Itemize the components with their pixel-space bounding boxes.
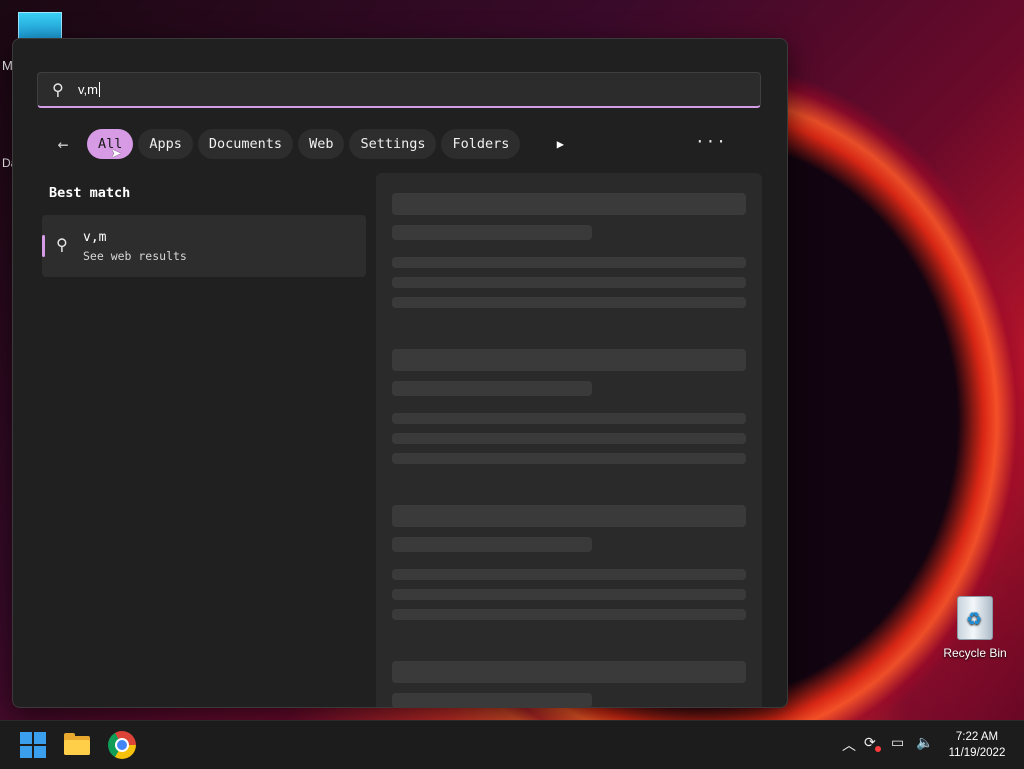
search-panel: ⚲ v,m ← All Apps Documents Web Settings … (12, 38, 788, 708)
skeleton-bar (392, 381, 592, 396)
skeleton-bar (392, 693, 592, 707)
skeleton-bar (392, 537, 592, 552)
skeleton-bar (392, 193, 746, 215)
skeleton-bar (392, 505, 746, 527)
best-match-heading: Best match (49, 185, 131, 201)
clock[interactable]: 7:22 AM 11/19/2022 (942, 729, 1012, 761)
filter-web[interactable]: Web (298, 129, 345, 159)
skeleton-bar (392, 433, 746, 444)
back-arrow-icon[interactable]: ← (49, 134, 77, 155)
filter-folders[interactable]: Folders (441, 129, 521, 159)
recycle-bin-label: Recycle Bin (943, 646, 1007, 660)
taskbar: ︿ ⟳ ▭ 🔈 7:22 AM 11/19/2022 (0, 720, 1024, 769)
clock-date: 11/19/2022 (948, 747, 1006, 759)
best-match-item[interactable]: ⚲ v,m See web results (42, 215, 366, 277)
search-icon: ⚲ (52, 80, 64, 99)
search-query: v,m (78, 82, 100, 97)
skeleton-bar (392, 569, 746, 580)
play-icon[interactable]: ▶ (545, 137, 575, 151)
preview-pane-loading (376, 173, 762, 707)
skeleton-bar (392, 225, 592, 240)
network-icon[interactable]: ▭ (891, 735, 904, 751)
search-input[interactable]: ⚲ v,m (37, 72, 761, 108)
recycle-bin[interactable]: ♻ Recycle Bin (936, 596, 1014, 660)
filter-documents[interactable]: Documents (197, 129, 294, 159)
best-match-title: v,m (83, 230, 107, 245)
start-button[interactable] (19, 731, 47, 759)
chrome-icon[interactable] (108, 731, 136, 759)
skeleton-bar (392, 413, 746, 424)
skeleton-bar (392, 349, 746, 371)
skeleton-bar (392, 589, 746, 600)
show-hidden-icons-icon[interactable]: ︿ (842, 735, 856, 755)
volume-icon[interactable]: 🔈 (916, 735, 933, 751)
clock-time: 7:22 AM (955, 731, 999, 743)
alert-badge (875, 746, 881, 752)
skeleton-bar (392, 453, 746, 464)
best-match-subtitle: See web results (83, 249, 187, 263)
mouse-pointer-icon: ➤ (111, 144, 122, 165)
selection-indicator (42, 235, 45, 257)
filter-apps[interactable]: Apps (138, 129, 193, 159)
filter-settings[interactable]: Settings (349, 129, 437, 159)
more-options-icon[interactable]: ··· (695, 129, 726, 159)
search-icon: ⚲ (56, 235, 68, 254)
skeleton-bar (392, 297, 746, 308)
skeleton-bar (392, 661, 746, 683)
skeleton-bar (392, 277, 746, 288)
skeleton-bar (392, 257, 746, 268)
sync-icon[interactable]: ⟳ (864, 735, 876, 751)
file-explorer-icon[interactable] (63, 731, 91, 759)
filter-bar: ← All Apps Documents Web Settings Folder… (49, 129, 575, 159)
recycle-bin-icon: ♻ (957, 596, 993, 640)
skeleton-bar (392, 609, 746, 620)
